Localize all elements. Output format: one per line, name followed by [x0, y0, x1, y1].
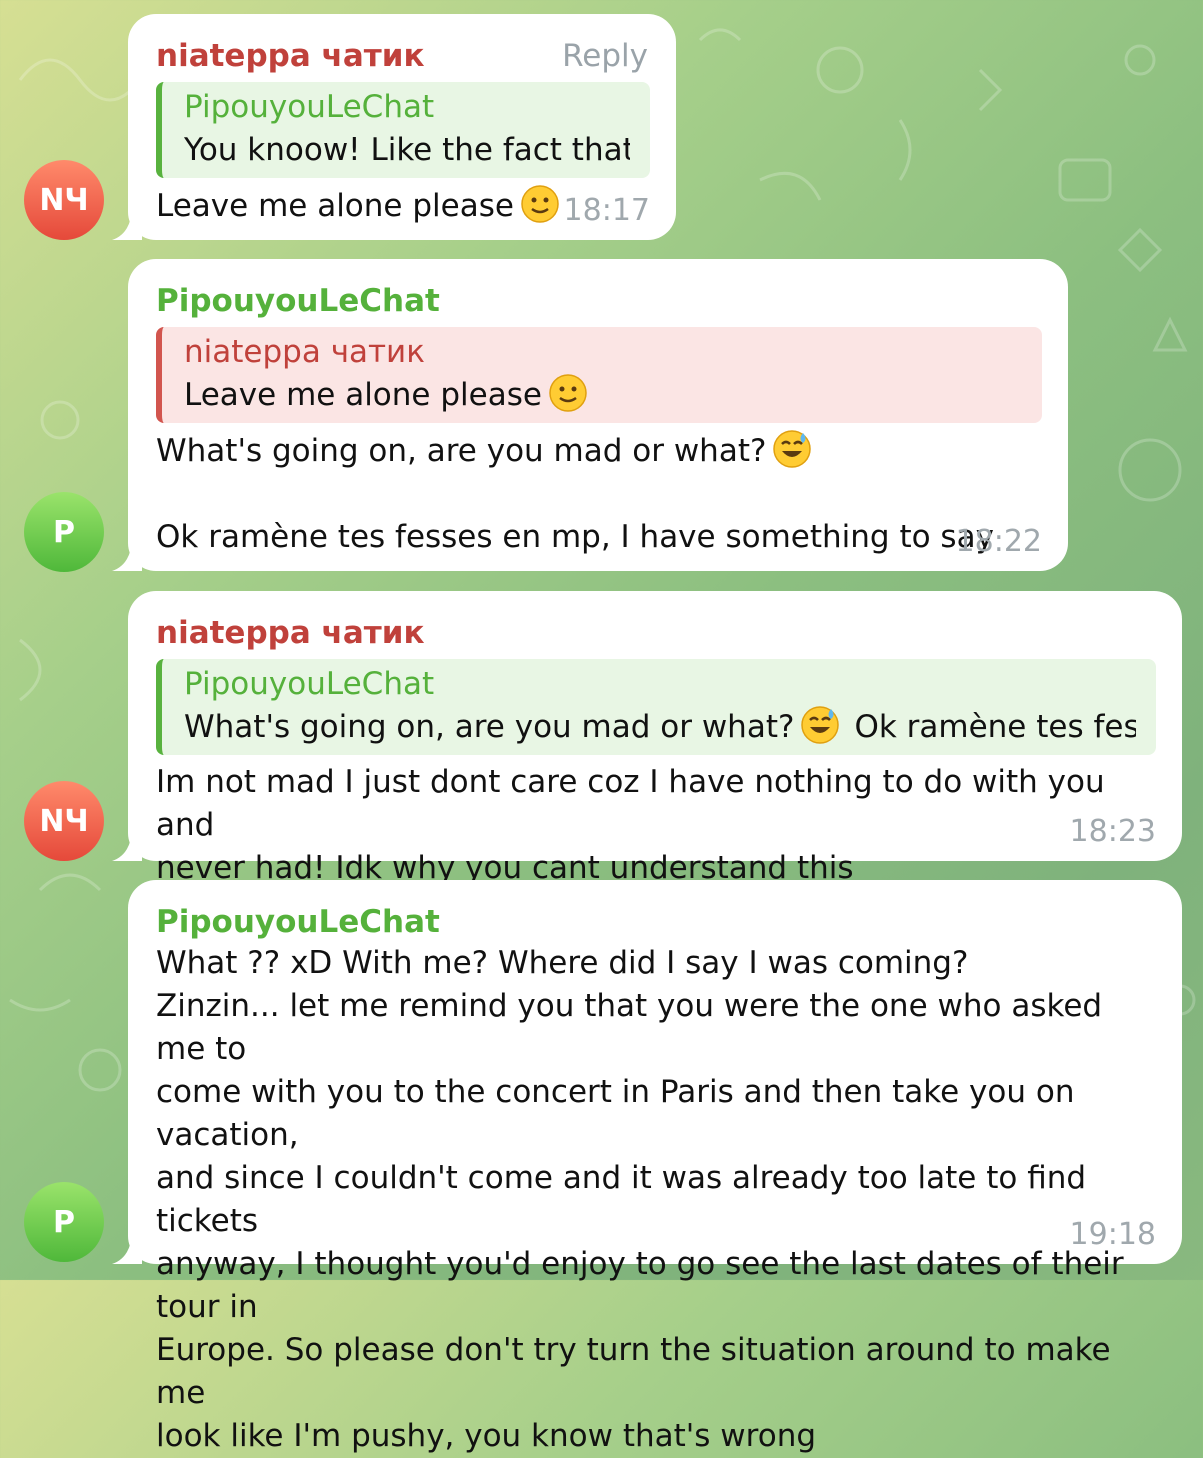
reply-quote[interactable]: PipouyouLeChat You knoow! Like the fact … [156, 82, 650, 178]
message-line: look like I'm pushy, you know that's wro… [156, 1418, 817, 1454]
quote-text-content: Leave me alone please [184, 377, 542, 413]
message-line: Im not mad I just dont care coz I have n… [156, 764, 1105, 843]
message-text: Ok ramène tes fesses en mp, I have somet… [156, 516, 1042, 559]
reply-quote[interactable]: PipouyouLeChat What's going on, are you … [156, 659, 1156, 755]
message-text: What's going on, are you mad or what? [156, 429, 1042, 473]
message-line: What ?? xD With me? Where did I say I wa… [156, 945, 969, 981]
message-line: Zinzin... let me remind you that you wer… [156, 988, 1103, 1067]
message-bubble[interactable]: niateppa чатик Reply PipouyouLeChat You … [112, 14, 676, 240]
bubble-tail [112, 1234, 142, 1264]
message-time: 18:22 [955, 524, 1042, 559]
message-line: and since I couldn't come and it was alr… [156, 1160, 1087, 1239]
bubble-tail [112, 541, 142, 571]
message-time: 18:23 [1069, 814, 1156, 849]
sender-name[interactable]: PipouyouLeChat [156, 902, 1156, 942]
message-time: 18:17 [563, 193, 650, 228]
reply-button[interactable]: Reply [562, 38, 648, 74]
quote-text: Leave me alone please [184, 373, 1022, 417]
bubble-tail [112, 210, 142, 240]
bubble-tail [112, 831, 142, 861]
message-bubble[interactable]: niateppa чатик PipouyouLeChat What's goi… [112, 591, 1182, 886]
sender-name[interactable]: niateppa чатик [156, 613, 1156, 653]
message-line: anyway, I thought you'd enjoy to go see … [156, 1246, 1124, 1325]
grinning-face-with-sweat-icon [773, 430, 812, 468]
message-text-content: Leave me alone please [156, 188, 514, 224]
message-time: 19:18 [1069, 1217, 1156, 1252]
message-line: Europe. So please don't try turn the sit… [156, 1332, 1111, 1411]
sender-name[interactable]: PipouyouLeChat [156, 281, 1042, 321]
message-bubble[interactable]: PipouyouLeChat niateppa чатик Leave me a… [112, 259, 1068, 571]
message-bubble[interactable]: PipouyouLeChat What ?? xD With me? Where… [112, 880, 1182, 1454]
quote-sender: PipouyouLeChat [184, 89, 435, 125]
message-line: What's going on, are you mad or what? [156, 433, 767, 469]
avatar[interactable]: NЧ [24, 781, 104, 861]
slightly-smiling-face-icon [521, 185, 559, 223]
avatar[interactable]: P [24, 1182, 104, 1262]
avatar[interactable]: NЧ [24, 160, 104, 240]
slightly-smiling-face-icon [549, 374, 587, 412]
message-line: come with you to the concert in Paris an… [156, 1074, 1075, 1153]
quote-sender: niateppa чатик [184, 334, 425, 370]
quote-text: You knoow! Like the fact that ... [184, 132, 630, 168]
quote-text: What's going on, are you mad or what? Ok … [184, 705, 1136, 749]
reply-quote[interactable]: niateppa чатик Leave me alone please [156, 327, 1042, 423]
quote-sender: PipouyouLeChat [184, 666, 435, 702]
quote-text-content: Ok ramène tes fess... [854, 709, 1136, 745]
quote-text-content: What's going on, are you mad or what? [184, 709, 795, 745]
avatar[interactable]: P [24, 492, 104, 572]
grinning-face-with-sweat-icon [801, 706, 840, 744]
message-line: Ok ramène tes fesses en mp, I have somet… [156, 519, 994, 555]
